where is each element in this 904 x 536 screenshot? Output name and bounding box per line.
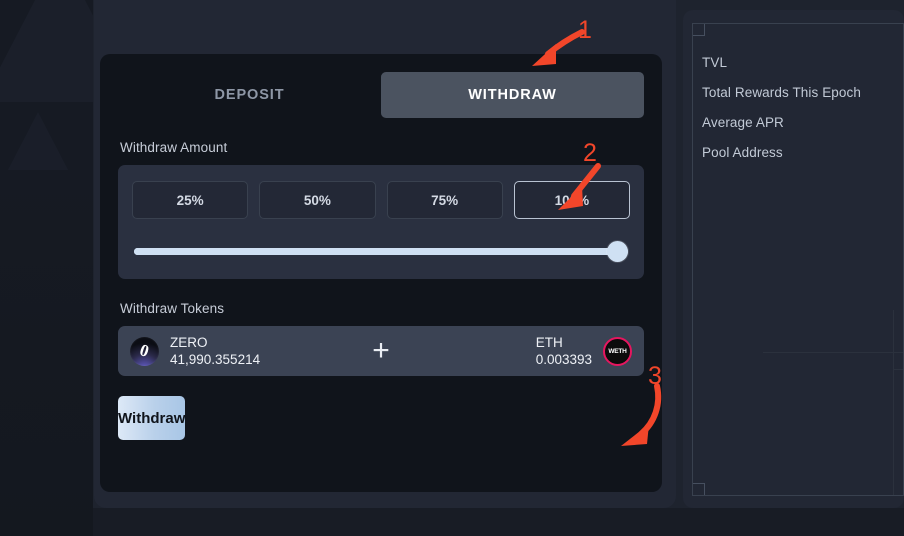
chevron-shape-icon — [0, 0, 93, 102]
background-fade — [0, 170, 93, 536]
frame-guide-line — [763, 352, 903, 353]
stat-row-average-apr: Average APR — [702, 115, 784, 130]
stat-row-pool-address: Pool Address — [702, 145, 783, 160]
token-zero: 0 ZERO 41,990.355214 — [130, 335, 260, 368]
token-zero-symbol: ZERO — [170, 334, 208, 350]
frame-corner-icon — [693, 24, 705, 36]
token-eth-symbol: ETH — [535, 334, 563, 350]
tab-deposit[interactable]: DEPOSIT — [118, 72, 381, 118]
token-eth-text: ETH 0.003393 — [536, 335, 592, 368]
stat-row-total-rewards: Total Rewards This Epoch — [702, 85, 861, 100]
background-decoration — [0, 0, 93, 536]
slider-handle[interactable] — [607, 241, 628, 262]
tab-withdraw[interactable]: WITHDRAW — [381, 72, 644, 118]
app-root: DEPOSIT WITHDRAW Withdraw Amount 25% 50%… — [0, 0, 904, 536]
withdraw-tokens-label: Withdraw Tokens — [120, 301, 225, 316]
percent-50-button[interactable]: 50% — [259, 181, 376, 219]
percent-25-button[interactable]: 25% — [132, 181, 249, 219]
slider-fill — [134, 248, 628, 255]
stat-row-tvl: TVL — [702, 55, 728, 70]
percent-100-button[interactable]: 100% — [513, 181, 630, 219]
pool-stats-list: TVL Total Rewards This Epoch Average APR… — [702, 48, 902, 168]
deposit-withdraw-tabs: DEPOSIT WITHDRAW — [118, 72, 644, 118]
withdraw-tokens-row: 0 ZERO 41,990.355214 + ETH 0.003393 WETH — [118, 326, 644, 376]
percent-75-button[interactable]: 75% — [386, 181, 503, 219]
withdraw-submit-button[interactable]: Withdraw — [118, 396, 186, 440]
withdraw-amount-box: 25% 50% 75% 100% — [118, 165, 644, 279]
withdraw-card: DEPOSIT WITHDRAW Withdraw Amount 25% 50%… — [100, 54, 662, 492]
token-zero-text: ZERO 41,990.355214 — [170, 335, 260, 368]
withdraw-amount-label: Withdraw Amount — [120, 140, 228, 155]
withdraw-amount-slider[interactable] — [132, 239, 630, 265]
token-eth: ETH 0.003393 WETH — [536, 335, 632, 368]
frame-guide-line — [893, 369, 903, 370]
token-eth-amount: 0.003393 — [535, 351, 592, 367]
zero-token-icon: 0 — [130, 336, 159, 366]
percent-button-group: 25% 50% 75% 100% — [132, 181, 630, 219]
frame-guide-line — [893, 310, 894, 495]
plus-icon: + — [372, 334, 390, 367]
surface-bottom-band — [93, 508, 904, 536]
token-zero-amount: 41,990.355214 — [170, 351, 261, 367]
frame-corner-icon — [693, 483, 705, 495]
weth-token-icon: WETH — [603, 336, 632, 366]
